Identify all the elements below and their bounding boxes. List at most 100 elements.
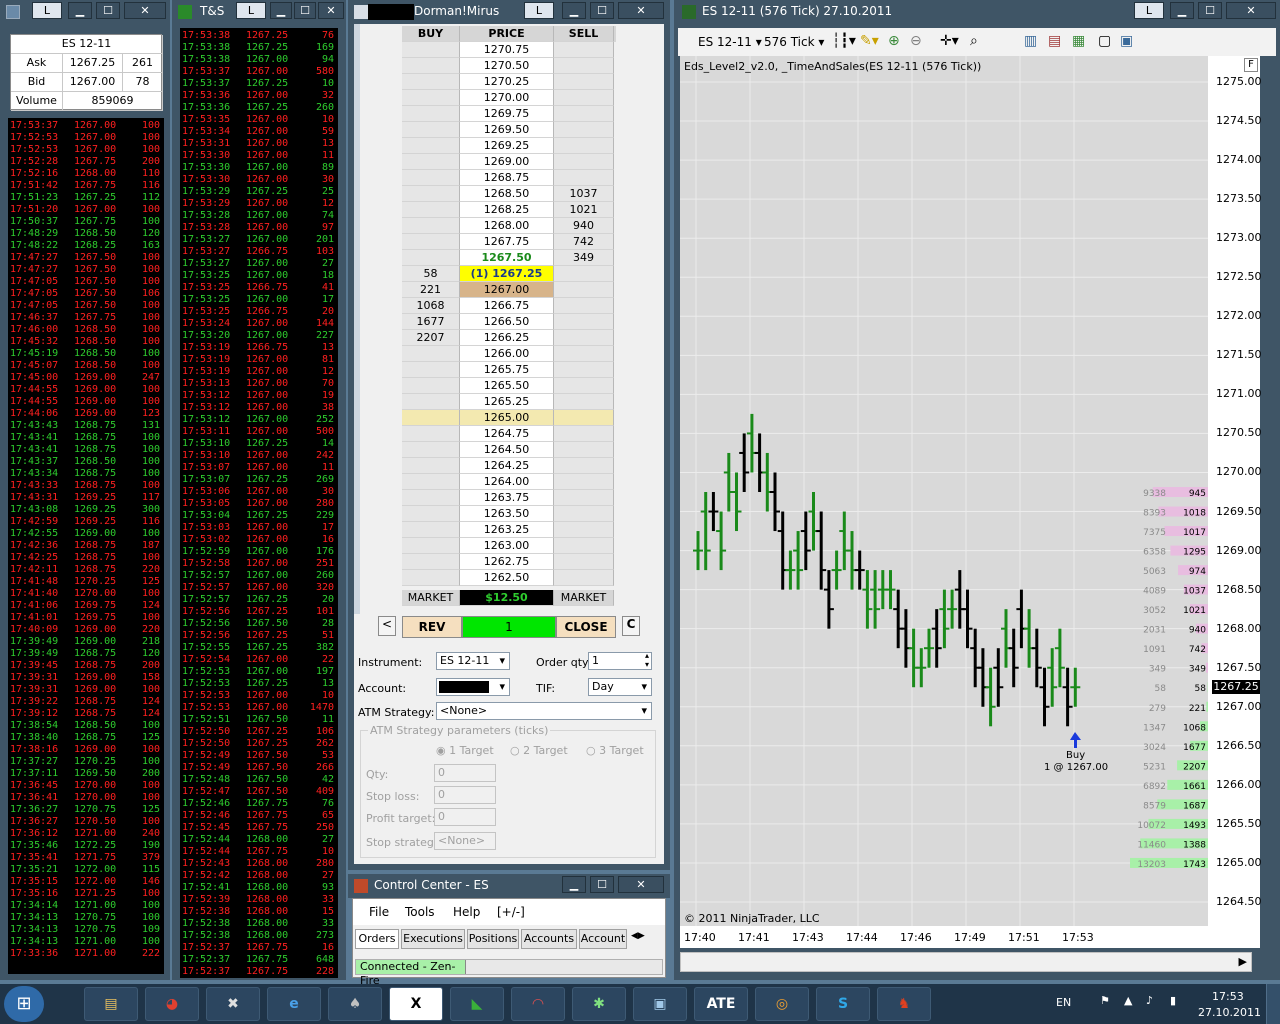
- sell-cell[interactable]: [554, 490, 614, 506]
- volume-icon[interactable]: ♪: [1146, 994, 1153, 1007]
- properties-icon[interactable]: ▢: [1098, 33, 1111, 49]
- taskbar-ast-icon[interactable]: ◠: [511, 987, 565, 1021]
- price-cell[interactable]: 1263.00: [460, 538, 554, 554]
- price-cell[interactable]: 1269.00: [460, 154, 554, 170]
- price-cell[interactable]: 1266.25: [460, 330, 554, 346]
- ladder-row[interactable]: 1267.50 349: [402, 250, 616, 266]
- chart-window-titlebar[interactable]: ES 12-11 (576 Tick) 27.10.2011 L ▁ ☐ ✕: [674, 0, 1280, 24]
- time-and-sales-list-left[interactable]: 17:53:37 1267.00 100 17:52:53 1267.00 100 17:5…: [8, 118, 164, 974]
- language-indicator[interactable]: EN: [1056, 996, 1071, 1009]
- ladder-row[interactable]: 1263.00: [402, 538, 616, 554]
- tab-positions[interactable]: Positions: [467, 929, 519, 949]
- buy-cell[interactable]: [402, 554, 460, 570]
- ladder-row[interactable]: 1264.25: [402, 458, 616, 474]
- buy-cell[interactable]: [402, 410, 460, 426]
- sell-cell[interactable]: [554, 298, 614, 314]
- dom-minimize-icon[interactable]: ▁: [562, 2, 586, 19]
- taskbar-window-icon[interactable]: ▣: [633, 987, 687, 1021]
- sell-cell[interactable]: [554, 154, 614, 170]
- price-cell[interactable]: 1267.75: [460, 234, 554, 250]
- stop-strategy-select[interactable]: <None>: [434, 832, 496, 850]
- price-cell[interactable]: 1270.00: [460, 90, 554, 106]
- buy-cell[interactable]: 1677: [402, 314, 460, 330]
- dom-window-titlebar[interactable]: Dorman!Mirus L ▁ ☐ ✕: [348, 0, 670, 24]
- control-center-titlebar[interactable]: Control Center - ES ▁ ☐ ✕: [348, 874, 670, 898]
- price-cell[interactable]: 1264.00: [460, 474, 554, 490]
- ladder-row[interactable]: 1269.50: [402, 122, 616, 138]
- sell-cell[interactable]: [554, 58, 614, 74]
- atm-strategy-select[interactable]: <None> ▾: [436, 702, 652, 720]
- price-cell[interactable]: 1263.25: [460, 522, 554, 538]
- bars-icon[interactable]: ▥: [1024, 33, 1037, 49]
- ladder-row[interactable]: 1268.25 1021: [402, 202, 616, 218]
- sell-cell[interactable]: [554, 378, 614, 394]
- ladder-row[interactable]: 1068 1266.75: [402, 298, 616, 314]
- ladder-row[interactable]: 1268.50 1037: [402, 186, 616, 202]
- target-1-radio[interactable]: ◉ 1 Target: [436, 744, 494, 757]
- f-button[interactable]: F: [1244, 58, 1258, 72]
- price-cell[interactable]: 1270.25: [460, 74, 554, 90]
- ladder-row[interactable]: 58 (1) 1267.25: [402, 266, 616, 282]
- zoom-in-icon[interactable]: ⊕: [888, 33, 900, 49]
- ladder-row[interactable]: 1270.25: [402, 74, 616, 90]
- menu-item[interactable]: Help: [453, 905, 480, 919]
- price-cell[interactable]: 1263.50: [460, 506, 554, 522]
- dom-close-icon[interactable]: ✕: [618, 2, 664, 19]
- sell-cell[interactable]: [554, 106, 614, 122]
- ladder-row[interactable]: 1266.00: [402, 346, 616, 362]
- profit-target-input[interactable]: 0: [434, 808, 496, 826]
- ladder-row[interactable]: 1270.75: [402, 42, 616, 58]
- price-cell[interactable]: 1263.75: [460, 490, 554, 506]
- tab-account[interactable]: Account: [579, 929, 627, 949]
- buy-cell[interactable]: [402, 538, 460, 554]
- buy-cell[interactable]: [402, 218, 460, 234]
- chart-minimize-icon[interactable]: ▁: [1170, 2, 1194, 19]
- ladder-row[interactable]: 1265.25: [402, 394, 616, 410]
- target-2-radio[interactable]: ○ 2 Target: [510, 744, 568, 757]
- price-cell[interactable]: 1265.50: [460, 378, 554, 394]
- ladder-row[interactable]: 1270.00: [402, 90, 616, 106]
- chart-link-button[interactable]: L: [1134, 2, 1164, 19]
- buy-cell[interactable]: 221: [402, 282, 460, 298]
- buy-cell[interactable]: [402, 170, 460, 186]
- buy-cell[interactable]: 58: [402, 266, 460, 282]
- ladder-row[interactable]: 1263.75: [402, 490, 616, 506]
- taskbar-folder-icon[interactable]: ▤: [84, 987, 138, 1021]
- link-button[interactable]: L: [32, 2, 62, 19]
- price-cell[interactable]: 1269.25: [460, 138, 554, 154]
- price-cell[interactable]: 1268.00: [460, 218, 554, 234]
- price-cell[interactable]: 1269.75: [460, 106, 554, 122]
- ts-window-titlebar[interactable]: T&S L ▁ ☐ ✕: [172, 0, 346, 24]
- price-cell[interactable]: 1264.25: [460, 458, 554, 474]
- close-position-button[interactable]: CLOSE: [556, 616, 616, 638]
- ladder-row[interactable]: 1268.00 940: [402, 218, 616, 234]
- sell-cell[interactable]: 349: [554, 250, 614, 266]
- buy-cell[interactable]: [402, 474, 460, 490]
- menu-item[interactable]: Tools: [405, 905, 435, 919]
- price-cell[interactable]: 1268.50: [460, 186, 554, 202]
- close-icon[interactable]: ✕: [124, 2, 166, 19]
- price-axis[interactable]: F 1275.00 1274.50 1274.00 1273.50 1273.00 127…: [1208, 56, 1262, 926]
- price-cell[interactable]: 1264.75: [460, 426, 554, 442]
- buy-cell[interactable]: [402, 74, 460, 90]
- account-select[interactable]: ▾: [436, 678, 510, 696]
- price-cell[interactable]: 1268.75: [460, 170, 554, 186]
- dom-scrollbar[interactable]: [354, 24, 360, 614]
- sell-cell[interactable]: [554, 538, 614, 554]
- buy-cell[interactable]: [402, 154, 460, 170]
- sell-cell[interactable]: [554, 394, 614, 410]
- buy-cell[interactable]: [402, 346, 460, 362]
- price-cell[interactable]: 1265.25: [460, 394, 554, 410]
- buy-cell[interactable]: [402, 250, 460, 266]
- ladder-row[interactable]: 1268.75: [402, 170, 616, 186]
- price-cell[interactable]: 1266.00: [460, 346, 554, 362]
- price-cell[interactable]: 1267.50: [460, 250, 554, 266]
- show-desktop-button[interactable]: [1266, 984, 1280, 1024]
- taskbar-joystick-icon[interactable]: ♠: [328, 987, 382, 1021]
- ladder-row[interactable]: 1264.50: [402, 442, 616, 458]
- drawing-pencil-icon[interactable]: ✎▾: [860, 33, 879, 49]
- ladder-row[interactable]: 1265.50: [402, 378, 616, 394]
- sell-cell[interactable]: [554, 266, 614, 282]
- ladder-row[interactable]: 1270.50: [402, 58, 616, 74]
- ladder-row[interactable]: 1264.75: [402, 426, 616, 442]
